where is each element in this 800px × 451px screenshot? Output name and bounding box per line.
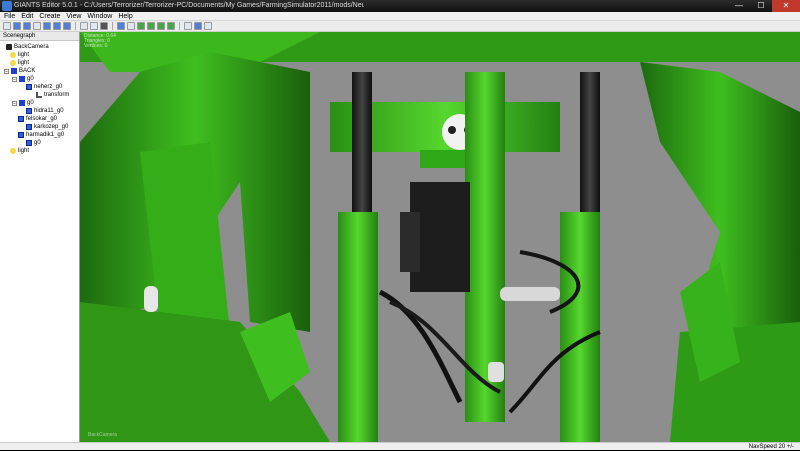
camera-nav-icon[interactable]: [184, 22, 192, 30]
scene-render: [80, 32, 800, 442]
tree-node-label: BACK: [19, 68, 36, 74]
import-icon[interactable]: [33, 22, 41, 30]
menu-window[interactable]: Window: [87, 12, 112, 20]
toolbar: [0, 21, 800, 32]
move-tool-icon[interactable]: [127, 22, 135, 30]
status-bar: NavSpeed 20 +/-: [0, 442, 800, 450]
left-hydraulic-rod: [352, 72, 372, 212]
scenegraph-panel: Scenegraph BackCamera light light − BACK …: [0, 32, 80, 442]
tree-node[interactable]: hidra11_g0: [26, 107, 64, 115]
title-bar: GIANTS Editor 5.0.1 - C:/Users/Terrorize…: [0, 0, 800, 12]
foliage-tool-icon[interactable]: [157, 22, 165, 30]
undo-icon[interactable]: [80, 22, 88, 30]
shape-icon: [18, 132, 24, 138]
left-lift-cylinder: [338, 212, 378, 442]
tree-node-label: felsokar_g0: [26, 116, 58, 122]
camera-icon: [6, 44, 12, 50]
shape-icon: [26, 84, 32, 90]
active-camera-label: BackCamera: [88, 432, 117, 438]
tree-node-label: g0: [27, 100, 34, 106]
window-title: GIANTS Editor 5.0.1 - C:/Users/Terrorize…: [14, 2, 364, 9]
tree-node[interactable]: light: [10, 59, 29, 67]
tree-node-label: karkozep_g0: [34, 124, 69, 130]
giants-editor-icon: [2, 1, 12, 11]
light-icon: [10, 60, 16, 66]
tree-node-label: g0: [27, 76, 34, 82]
menu-create[interactable]: Create: [39, 12, 60, 20]
tree-node-label: light: [18, 52, 30, 58]
expand-toggle[interactable]: −: [4, 68, 9, 74]
tree-node-label: BackCamera: [14, 44, 49, 50]
transformgroup-icon: [11, 68, 17, 74]
transformgroup-icon: [19, 100, 25, 106]
3d-viewport[interactable]: Distance: 0.64 Triangles: 0 Vertices: 0 …: [80, 32, 800, 442]
hose-bracket: [400, 212, 420, 272]
tree-node[interactable]: light: [10, 147, 29, 155]
light-icon: [10, 148, 16, 154]
cut-icon[interactable]: [53, 22, 61, 30]
maximize-button[interactable]: ☐: [750, 0, 772, 12]
tree-node-label: harmadik1_g0: [26, 132, 65, 138]
tree-node[interactable]: − g0: [12, 75, 34, 83]
shape-icon: [26, 124, 32, 130]
chrome-pin: [500, 287, 560, 301]
tree-node-label: transform: [44, 92, 70, 98]
center-pin: [488, 362, 504, 382]
tree-node-label: light: [18, 60, 30, 66]
minimize-button[interactable]: —: [728, 0, 750, 12]
expand-toggle[interactable]: −: [12, 76, 17, 82]
shape-icon: [26, 108, 32, 114]
render-mode-icon[interactable]: [194, 22, 202, 30]
menu-view[interactable]: View: [66, 12, 81, 20]
tree-node-label: hidra11_g0: [34, 108, 64, 114]
tree-node[interactable]: − BACK: [4, 67, 35, 75]
tree-node[interactable]: transform: [36, 91, 69, 99]
play-icon[interactable]: [100, 22, 108, 30]
select-tool-icon[interactable]: [117, 22, 125, 30]
tree-node[interactable]: light: [10, 51, 29, 59]
toolbar-separator: [112, 22, 113, 30]
viewport-stats: Distance: 0.64 Triangles: 0 Vertices: 0: [84, 34, 116, 49]
shape-icon: [18, 116, 24, 122]
tree-node-label: neherz_g0: [34, 84, 63, 90]
save-icon[interactable]: [23, 22, 31, 30]
redo-icon[interactable]: [90, 22, 98, 30]
export-icon[interactable]: [43, 22, 51, 30]
menu-edit[interactable]: Edit: [21, 12, 33, 20]
tree-node[interactable]: g0: [26, 139, 41, 147]
close-button[interactable]: ✕: [772, 0, 800, 12]
tree-node[interactable]: − g0: [12, 99, 34, 107]
grid-icon[interactable]: [204, 22, 212, 30]
menu-bar: File Edit Create View Window Help: [0, 12, 800, 21]
transformgroup-icon: [19, 76, 25, 82]
tree-node-label: g0: [34, 140, 41, 146]
light-icon: [10, 52, 16, 58]
window-controls: — ☐ ✕: [728, 0, 800, 12]
paint-tool-icon[interactable]: [147, 22, 155, 30]
tree-node[interactable]: felsokar_g0: [18, 115, 57, 123]
place-tool-icon[interactable]: [167, 22, 175, 30]
copy-icon[interactable]: [63, 22, 71, 30]
tree-node-label: light: [18, 148, 30, 154]
menu-help[interactable]: Help: [118, 12, 132, 20]
toolbar-separator: [75, 22, 76, 30]
right-lift-cylinder: [560, 212, 600, 442]
toolbar-separator: [179, 22, 180, 30]
scenegraph-title: Scenegraph: [0, 32, 79, 41]
terrain-tool-icon[interactable]: [137, 22, 145, 30]
new-file-icon[interactable]: [3, 22, 11, 30]
tree-node[interactable]: harmadik1_g0: [18, 131, 64, 139]
tree-node[interactable]: neherz_g0: [26, 83, 62, 91]
tree-node[interactable]: BackCamera: [6, 43, 49, 51]
shape-icon: [26, 140, 32, 146]
tree-node[interactable]: karkozep_g0: [26, 123, 68, 131]
hud-line-vertices: Vertices: 0: [84, 43, 108, 49]
bolt-left: [448, 126, 456, 134]
expand-toggle[interactable]: −: [12, 100, 17, 106]
open-file-icon[interactable]: [13, 22, 21, 30]
left-pin: [144, 286, 158, 312]
menu-file[interactable]: File: [4, 12, 15, 20]
transform-icon: [36, 92, 42, 98]
